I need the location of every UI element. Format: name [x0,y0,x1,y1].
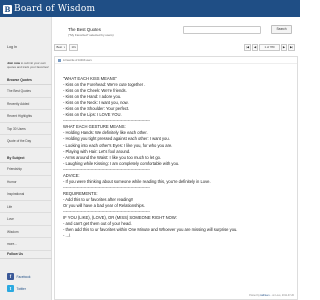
search-button[interactable]: Search [271,25,292,34]
author-link[interactable]: kathleen... [260,294,271,297]
quote-text: "WHAT EACH KISS MEANS" - Kiss on the For… [63,76,238,239]
main-content: The Best Quotes ("My Favorited" selected… [52,17,300,300]
search-input[interactable] [183,25,261,34]
subject-inspirational[interactable]: Inspirational [0,188,52,201]
per-page-select[interactable]: 10 ▾ [69,44,78,51]
browse-heading: Browse Quotes [0,75,52,85]
sidebar-item-best[interactable]: The Best Quotes [0,85,52,98]
twitter-label: Twitter [16,286,26,291]
page-subtitle: ("My Favorited" selected by users) [68,32,114,37]
subject-humor[interactable]: Humor [0,176,52,188]
subject-wisdom[interactable]: Wisdom [0,226,52,238]
sidebar-item-recent[interactable]: Recently Added [0,98,52,110]
last-page-button[interactable]: ▶| [288,44,295,51]
chevron-down-icon: ▾ [74,46,76,49]
facebook-label: Facebook [16,274,31,279]
subject-section: By Subject Friendship Humor Inspirationa… [0,153,52,251]
sidebar-item-top-users[interactable]: Top 30 Users [0,123,52,135]
logo-text: Board of Wisdom [14,4,96,14]
sidebar-item-highlights[interactable]: Recent Highlights [0,110,52,123]
facebook-link[interactable]: f Facebook [7,273,31,280]
next-page-button[interactable]: ▶ [281,44,287,51]
twitter-link[interactable]: t Twitter [7,285,26,292]
sidebar: Log In Join now to submit your own quote… [0,17,52,300]
join-blurb: Join now to submit your own quotes and t… [7,61,49,70]
prev-page-button[interactable]: ◀ [252,44,258,51]
subject-heading: By Subject [0,153,52,163]
site-logo[interactable]: B Board of Wisdom [3,3,95,15]
sidebar-item-quote-of-day[interactable]: Quote of the Day [0,135,52,148]
sort-select[interactable]: Best ▾ [54,44,67,51]
page-status[interactable]: 1 of 780 [259,44,280,51]
quote-footer: Posted by kathleen... on Love, 2011-07-2… [249,294,294,297]
page-title: The Best Quotes [68,27,101,32]
pager-toolbar: Best ▾ 10 ▾ |◀ ◀ 1 of 780 ▶ ▶| [54,43,298,52]
login-link[interactable]: Log In [7,45,17,49]
top-bar: B Board of Wisdom [0,0,300,17]
favorite-icon[interactable] [58,59,61,62]
subject-friendship[interactable]: Friendship [0,163,52,176]
subject-life[interactable]: Life [0,201,52,213]
quote-meta-bar: is Favorite of 10403 users [55,57,297,64]
twitter-icon: t [7,285,14,292]
facebook-icon: f [7,273,14,280]
logo-icon: B [3,4,12,14]
chevron-down-icon: ▾ [63,46,65,49]
first-page-button[interactable]: |◀ [244,44,251,51]
subject-love[interactable]: Love [0,213,52,226]
quote-card: is Favorite of 10403 users "WHAT EACH KI… [54,56,298,300]
follow-section: Follow Us [0,249,52,259]
follow-heading: Follow Us [0,249,52,259]
browse-section: Browse Quotes The Best Quotes Recently A… [0,75,52,148]
favorite-count: is Favorite of 10403 users [63,58,92,62]
